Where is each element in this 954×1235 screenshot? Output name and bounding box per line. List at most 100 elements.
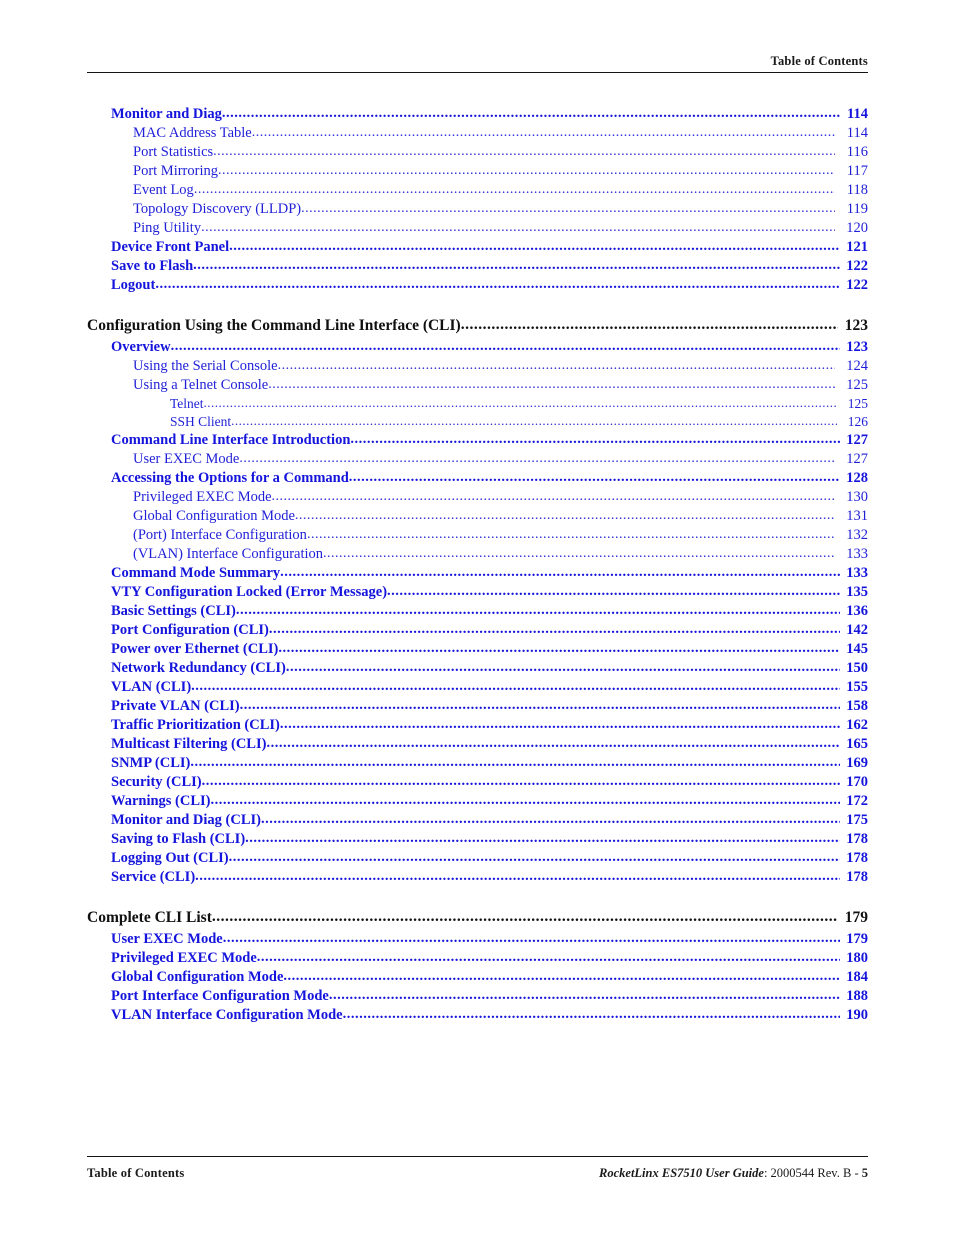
toc-entry[interactable]: SNMP (CLI) 169 xyxy=(87,755,868,774)
toc-entry-page-number: 135 xyxy=(846,584,868,600)
toc-entry-label: Using the Serial Console xyxy=(133,358,278,374)
toc-entry[interactable]: Basic Settings (CLI) 136 xyxy=(87,603,868,622)
toc-entry[interactable]: Configuration Using the Command Line Int… xyxy=(87,317,868,339)
toc-entry[interactable]: Multicast Filtering (CLI) 165 xyxy=(87,736,868,755)
table-of-contents: Monitor and Diag 114 MAC Address Table 114 P… xyxy=(87,106,868,1026)
toc-entry[interactable]: Privileged EXEC Mode 180 xyxy=(87,950,868,969)
toc-entry-label: Overview xyxy=(111,339,171,355)
toc-entry[interactable]: Event Log 118 xyxy=(87,182,868,201)
toc-entry[interactable]: VTY Configuration Locked (Error Message)… xyxy=(87,584,868,603)
toc-entry[interactable]: Global Configuration Mode 184 xyxy=(87,969,868,988)
toc-entry[interactable]: (Port) Interface Configuration 132 xyxy=(87,527,868,546)
toc-entry[interactable]: Traffic Prioritization (CLI) 162 xyxy=(87,717,868,736)
toc-entry-page-number: 179 xyxy=(844,909,868,926)
toc-entry[interactable]: Privileged EXEC Mode 130 xyxy=(87,489,868,508)
toc-entry-label: Security (CLI) xyxy=(111,774,202,790)
footer-rule xyxy=(87,1156,868,1157)
toc-entry[interactable]: Network Redundancy (CLI) 150 xyxy=(87,660,868,679)
toc-entry[interactable]: Monitor and Diag 114 xyxy=(87,106,868,125)
toc-entry[interactable]: Private VLAN (CLI) 158 xyxy=(87,698,868,717)
toc-entry[interactable]: (VLAN) Interface Configuration 133 xyxy=(87,546,868,565)
toc-entry-label: Configuration Using the Command Line Int… xyxy=(87,317,461,334)
toc-entry[interactable]: Using a Telnet Console 125 xyxy=(87,377,868,396)
toc-entry[interactable]: Security (CLI) 170 xyxy=(87,774,868,793)
toc-entry[interactable]: MAC Address Table 114 xyxy=(87,125,868,144)
footer-doc-id: : 2000544 Rev. B - xyxy=(763,1166,862,1180)
toc-entry-label: Event Log xyxy=(133,182,194,198)
toc-entry[interactable]: Power over Ethernet (CLI) 145 xyxy=(87,641,868,660)
toc-entry[interactable]: Command Mode Summary 133 xyxy=(87,565,868,584)
toc-leader-dots xyxy=(266,736,840,752)
toc-entry[interactable]: Device Front Panel 121 xyxy=(87,239,868,258)
toc-leader-dots xyxy=(213,144,835,160)
toc-leader-dots xyxy=(204,396,837,411)
toc-entry[interactable]: Saving to Flash (CLI) 178 xyxy=(87,831,868,850)
toc-leader-dots xyxy=(171,339,840,355)
toc-entry-page-number: 123 xyxy=(844,317,868,334)
toc-entry[interactable]: Monitor and Diag (CLI) 175 xyxy=(87,812,868,831)
toc-entry[interactable]: User EXEC Mode 179 xyxy=(87,931,868,950)
toc-entry[interactable]: Topology Discovery (LLDP) 119 xyxy=(87,201,868,220)
toc-leader-dots xyxy=(231,414,837,429)
toc-entry[interactable]: VLAN (CLI) 155 xyxy=(87,679,868,698)
toc-leader-dots xyxy=(283,969,840,985)
toc-entry-page-number: 118 xyxy=(846,182,868,198)
toc-entry[interactable]: Logging Out (CLI) 178 xyxy=(87,850,868,869)
toc-entry-page-number: 165 xyxy=(846,736,868,752)
toc-entry-label: Privileged EXEC Mode xyxy=(133,489,272,505)
toc-entry-label: Device Front Panel xyxy=(111,239,230,255)
toc-entry-page-number: 175 xyxy=(846,812,868,828)
toc-leader-dots xyxy=(236,603,840,619)
toc-entry[interactable]: Logout 122 xyxy=(87,277,868,296)
toc-entry[interactable]: Port Configuration (CLI) 142 xyxy=(87,622,868,641)
toc-entry-label: User EXEC Mode xyxy=(133,451,240,467)
toc-entry[interactable]: VLAN Interface Configuration Mode 190 xyxy=(87,1007,868,1026)
toc-entry-page-number: 125 xyxy=(847,396,868,411)
toc-entry-page-number: 123 xyxy=(846,339,868,355)
toc-leader-dots xyxy=(195,869,840,885)
toc-entry-page-number: 142 xyxy=(846,622,868,638)
toc-entry-page-number: 169 xyxy=(846,755,868,771)
toc-leader-dots xyxy=(286,660,840,676)
toc-entry[interactable]: Using the Serial Console 124 xyxy=(87,358,868,377)
toc-entry-page-number: 170 xyxy=(846,774,868,790)
toc-entry-page-number: 114 xyxy=(846,125,868,141)
toc-leader-dots xyxy=(280,717,840,733)
toc-entry-page-number: 119 xyxy=(846,201,868,217)
toc-entry-page-number: 128 xyxy=(846,470,868,486)
toc-entry-label: Network Redundancy (CLI) xyxy=(111,660,286,676)
toc-entry[interactable]: Port Mirroring 117 xyxy=(87,163,868,182)
toc-entry-label: Privileged EXEC Mode xyxy=(111,950,257,966)
toc-leader-dots xyxy=(201,220,835,236)
toc-entry[interactable]: Overview 123 xyxy=(87,339,868,358)
toc-entry-label: Command Mode Summary xyxy=(111,565,281,581)
toc-entry-label: (Port) Interface Configuration xyxy=(133,527,307,543)
toc-leader-dots xyxy=(229,239,840,255)
toc-entry[interactable]: Save to Flash 122 xyxy=(87,258,868,277)
toc-leader-dots xyxy=(272,489,835,505)
toc-entry[interactable]: Warnings (CLI) 172 xyxy=(87,793,868,812)
toc-entry[interactable]: Port Statistics 116 xyxy=(87,144,868,163)
toc-leader-dots xyxy=(191,679,840,695)
toc-entry[interactable]: Complete CLI List 179 xyxy=(87,909,868,931)
toc-entry[interactable]: Telnet 125 xyxy=(87,396,868,414)
footer-row: Table of Contents RocketLinx ES7510 User… xyxy=(87,1166,868,1181)
toc-entry[interactable]: Command Line Interface Introduction 127 xyxy=(87,432,868,451)
footer-guide-title: RocketLinx ES7510 User Guide xyxy=(599,1166,764,1180)
toc-entry-page-number: 126 xyxy=(847,414,868,429)
toc-entry-page-number: 178 xyxy=(846,850,868,866)
toc-entry-page-number: 130 xyxy=(846,489,868,505)
toc-entry[interactable]: Service (CLI) 178 xyxy=(87,869,868,888)
toc-entry[interactable]: Port Interface Configuration Mode 188 xyxy=(87,988,868,1007)
toc-entry[interactable]: SSH Client 126 xyxy=(87,414,868,432)
toc-leader-dots xyxy=(222,106,840,122)
toc-leader-dots xyxy=(278,641,840,657)
toc-entry[interactable]: Global Configuration Mode 131 xyxy=(87,508,868,527)
toc-leader-dots xyxy=(240,698,840,714)
toc-entry[interactable]: Ping Utility 120 xyxy=(87,220,868,239)
toc-entry[interactable]: Accessing the Options for a Command 128 xyxy=(87,470,868,489)
running-header: Table of Contents xyxy=(87,54,868,73)
toc-entry-label: Service (CLI) xyxy=(111,869,196,885)
toc-entry-label: Port Interface Configuration Mode xyxy=(111,988,329,1004)
toc-entry[interactable]: User EXEC Mode 127 xyxy=(87,451,868,470)
